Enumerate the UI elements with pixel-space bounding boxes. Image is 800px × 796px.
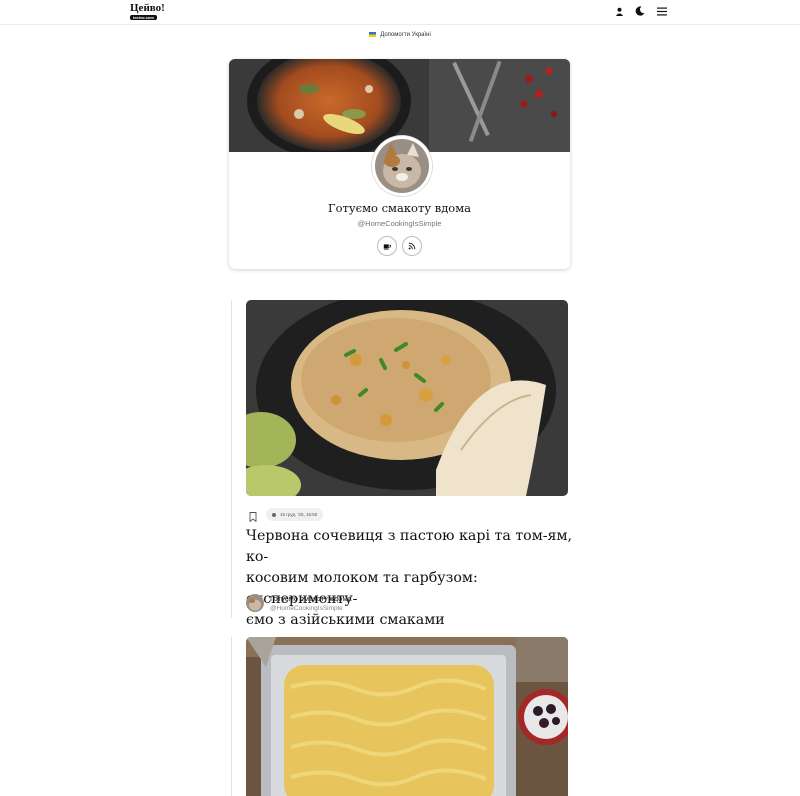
rss-button[interactable]	[402, 236, 422, 256]
feed-divider-line	[231, 637, 232, 796]
feed-divider-line	[231, 300, 232, 618]
ukraine-flag-icon	[369, 31, 377, 37]
profile-handle: @HomeCookingIsSimple	[357, 219, 442, 228]
author-name[interactable]: Готуємо смакоту вдома	[270, 594, 352, 603]
logo-domain: teeivo.com	[130, 15, 157, 20]
donate-coffee-button[interactable]	[377, 236, 397, 256]
post-title-line: Червона сочевиця з пастою карі та том-ям…	[246, 528, 573, 565]
help-ukraine-banner[interactable]: Допомогти Україні	[0, 27, 800, 43]
help-ukraine-link[interactable]: Допомогти Україні	[380, 32, 431, 38]
author-avatar[interactable]	[246, 594, 264, 612]
profile-avatar	[372, 136, 432, 196]
site-logo[interactable]: Цейво! teeivo.com	[130, 2, 165, 21]
post-title-line: ємо з азійськими смаками	[246, 612, 445, 628]
profile-card: Готуємо смакоту вдома @HomeCookingIsSimp…	[229, 59, 570, 269]
clock-icon	[272, 512, 276, 517]
post-date-badge: 15 груд. '25, 16:50	[266, 508, 324, 521]
user-icon[interactable]	[612, 4, 626, 18]
coffee-icon	[383, 244, 391, 250]
post-title-line: косовим молоком та гарбузом: експеримент…	[246, 570, 478, 607]
rss-icon	[408, 242, 416, 250]
menu-icon[interactable]	[655, 4, 669, 18]
post-title[interactable]: Червона сочевиця з пастою карі та том-ям…	[246, 526, 576, 631]
moon-icon[interactable]	[633, 4, 647, 18]
bookmark-icon[interactable]	[249, 509, 259, 523]
author-handle: @HomeCookingIsSimple	[270, 605, 343, 612]
logo-title: Цейво!	[130, 2, 165, 14]
post-cover-image[interactable]	[246, 637, 568, 796]
post-cover-image[interactable]	[246, 300, 568, 496]
profile-name: Готуємо смакоту вдома	[327, 201, 472, 215]
post-date: 15 груд. '25, 16:50	[280, 512, 318, 517]
top-navigation-bar: Цейво! teeivo.com	[0, 0, 800, 25]
